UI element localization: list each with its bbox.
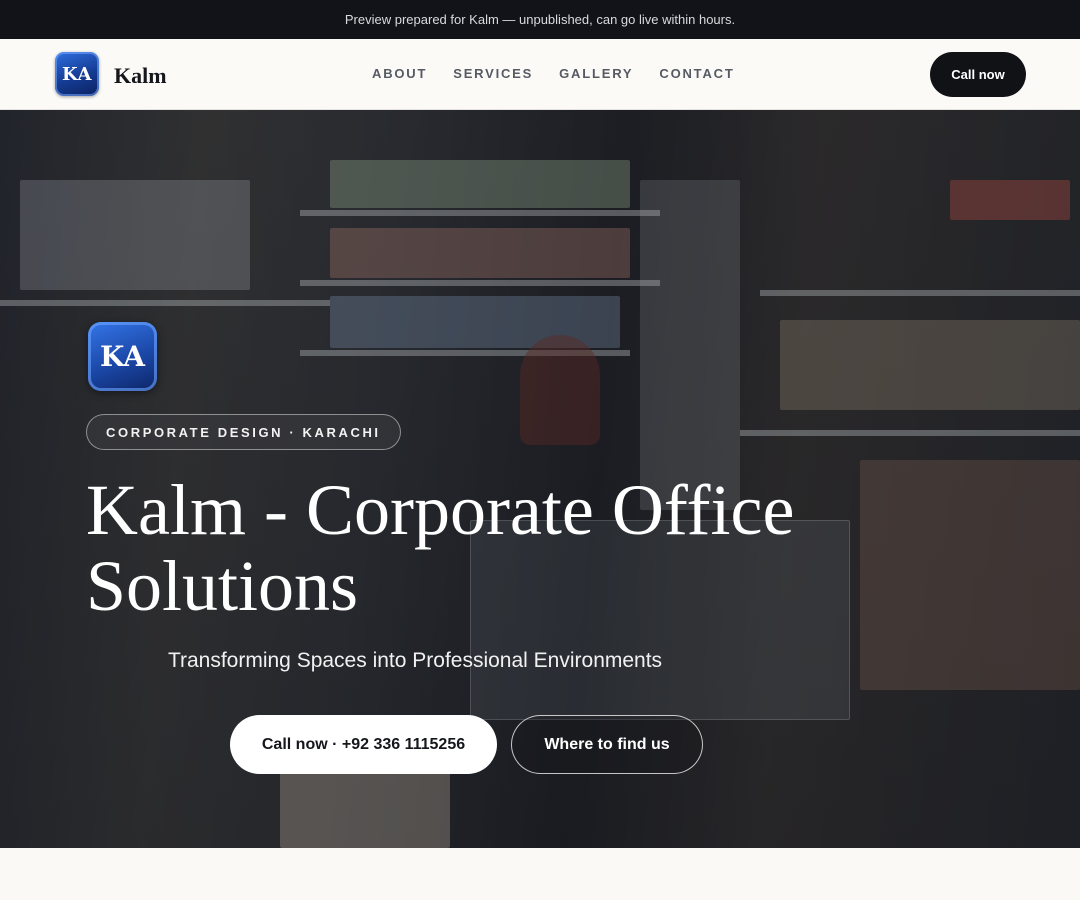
logo-badge[interactable]: KA — [55, 52, 99, 96]
shopkeeper-figure — [520, 335, 600, 445]
shelf-decoration — [0, 300, 330, 306]
site-header: KA Kalm ABOUT SERVICES GALLERY CONTACT C… — [0, 39, 1080, 110]
hero-location-button[interactable]: Where to find us — [511, 715, 703, 774]
hero-logo-badge: KA — [88, 322, 157, 391]
shelf-decoration — [760, 290, 1080, 296]
product-stack — [330, 228, 630, 278]
hero-call-button[interactable]: Call now · +92 336 1115256 — [230, 715, 497, 774]
refrigerator — [640, 180, 740, 510]
product-stack — [780, 320, 1080, 410]
preview-banner-text: Preview prepared for Kalm — unpublished,… — [344, 12, 736, 27]
shelf-decoration — [740, 430, 1080, 436]
hero-tag: CORPORATE DESIGN · KARACHI — [86, 414, 401, 450]
main-nav: ABOUT SERVICES GALLERY CONTACT — [372, 66, 735, 81]
product-stack — [950, 180, 1070, 220]
nav-link-contact[interactable]: CONTACT — [659, 66, 734, 81]
nav-link-about[interactable]: ABOUT — [372, 66, 427, 81]
brand-name[interactable]: Kalm — [114, 63, 167, 89]
snack-shelf — [860, 460, 1080, 690]
next-section — [0, 848, 1080, 900]
shelf-decoration — [300, 210, 660, 216]
hero-subtitle: Transforming Spaces into Professional En… — [167, 649, 663, 672]
product-stack — [330, 160, 630, 208]
hero-section: KA CORPORATE DESIGN · KARACHI Kalm - Cor… — [0, 110, 1080, 848]
header-call-button[interactable]: Call now — [930, 52, 1026, 97]
product-stack — [20, 180, 250, 290]
hero-title: Kalm - Corporate Office Solutions — [86, 470, 795, 626]
preview-banner: Preview prepared for Kalm — unpublished,… — [0, 0, 1080, 39]
shelf-decoration — [300, 280, 660, 286]
nav-link-gallery[interactable]: GALLERY — [559, 66, 633, 81]
nav-link-services[interactable]: SERVICES — [453, 66, 533, 81]
